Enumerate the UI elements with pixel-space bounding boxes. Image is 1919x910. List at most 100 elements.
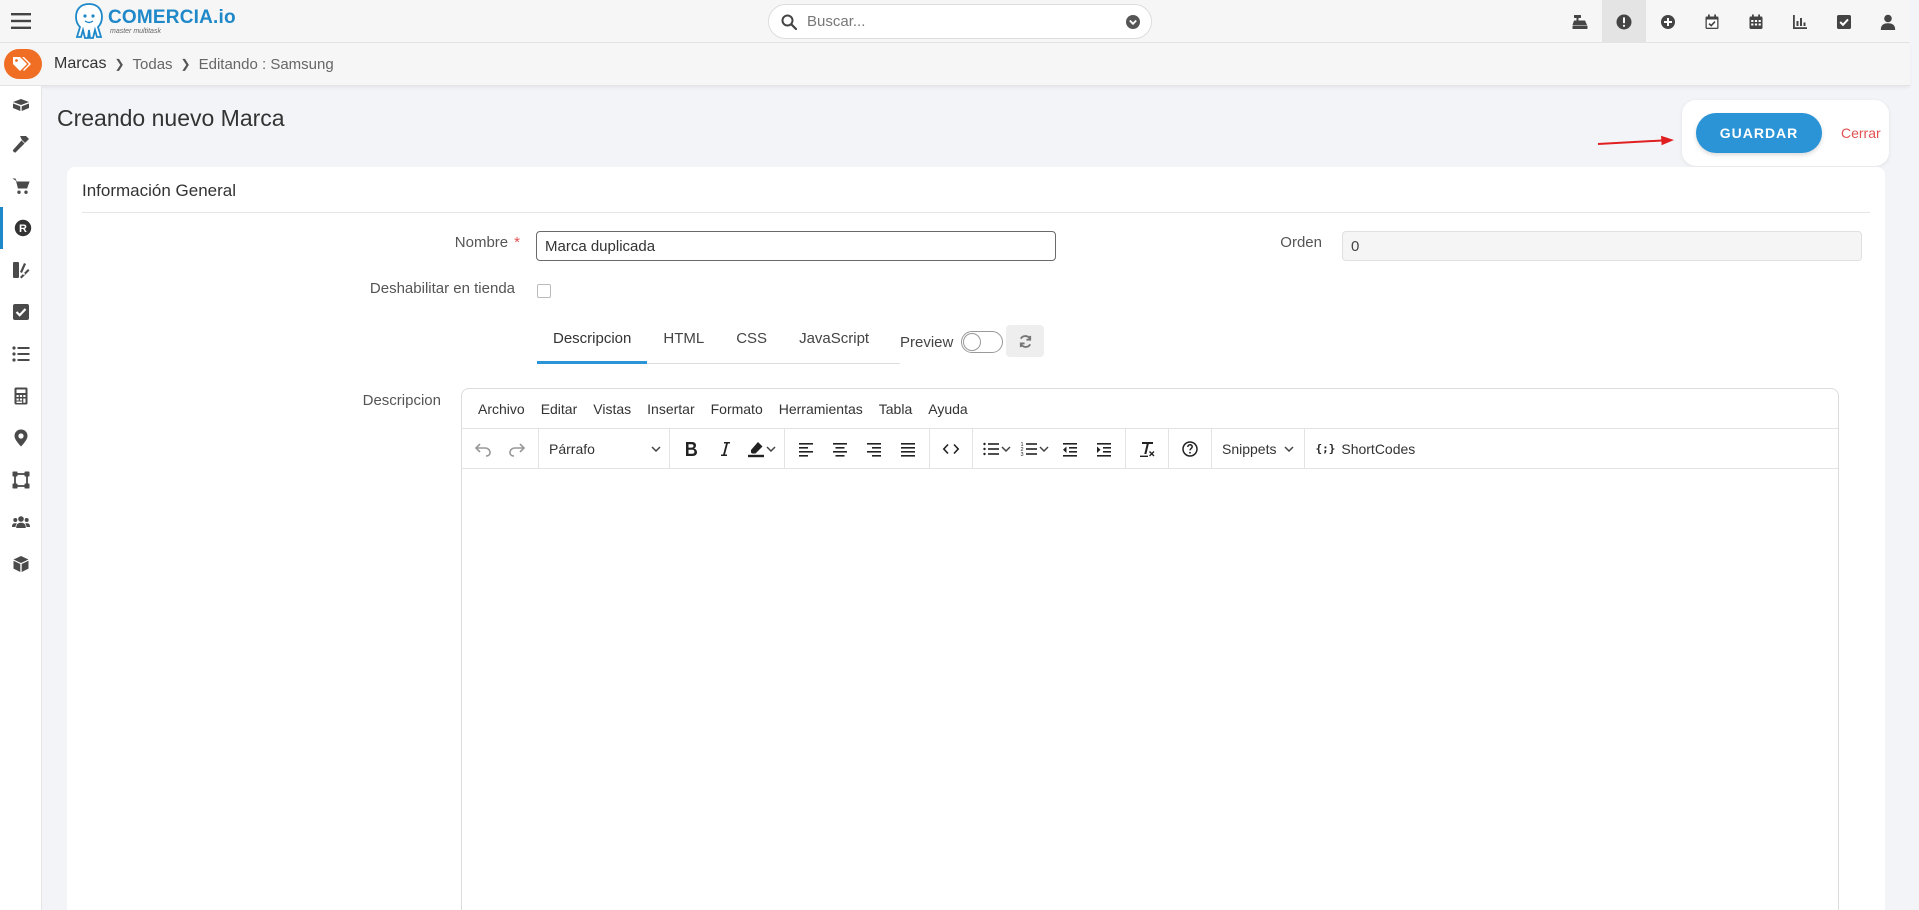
calendar-check-button[interactable] <box>1690 0 1734 43</box>
clear-format-group <box>1126 429 1169 468</box>
svg-text:3: 3 <box>1021 452 1024 458</box>
order-label: Orden <box>1280 234 1322 251</box>
add-new-button[interactable] <box>1646 0 1690 43</box>
list-group: 123 <box>973 429 1126 468</box>
toggle-knob <box>963 333 982 351</box>
italic-button[interactable] <box>708 434 742 464</box>
highlight-color-dropdown[interactable] <box>766 434 776 464</box>
sidebar-item-catalog[interactable] <box>0 249 42 291</box>
editor-toolbar: Párrafo 123 Snippets {;} ShortCodes <box>462 429 1838 469</box>
calendar-button[interactable] <box>1734 0 1778 43</box>
save-button[interactable]: GUARDAR <box>1696 113 1822 153</box>
sidebar-item-boxes[interactable] <box>0 83 42 125</box>
bullet-list-dropdown[interactable] <box>1001 434 1011 464</box>
menu-editar[interactable]: Editar <box>541 401 578 417</box>
menu-tabla[interactable]: Tabla <box>879 401 912 417</box>
preview-toggle[interactable] <box>961 331 1004 353</box>
history-group <box>462 429 539 468</box>
sidebar-item-tools[interactable] <box>0 123 42 165</box>
source-code-button[interactable] <box>934 434 968 464</box>
notifications-button[interactable] <box>1602 0 1646 43</box>
breadcrumb-current: Editando : Samsung <box>198 55 334 73</box>
disable-in-store-checkbox[interactable] <box>537 284 551 298</box>
name-field[interactable] <box>536 231 1056 261</box>
align-left-button[interactable] <box>789 434 823 464</box>
align-justify-button[interactable] <box>891 434 925 464</box>
refresh-icon <box>1019 334 1031 348</box>
sidebar-item-cart[interactable] <box>0 165 42 207</box>
tasks-button[interactable] <box>1822 0 1866 43</box>
shortcodes-button[interactable]: {;} ShortCodes <box>1305 429 1425 468</box>
align-justify-icon <box>901 442 915 457</box>
code-group <box>930 429 973 468</box>
chevron-down-icon <box>1039 445 1049 452</box>
numbered-list-dropdown[interactable] <box>1039 434 1049 464</box>
chevron-down-icon <box>1001 445 1011 452</box>
chevron-down-icon <box>651 445 661 452</box>
calendar-icon <box>1749 14 1763 29</box>
chart-bar-icon <box>1793 14 1807 29</box>
indent-button[interactable] <box>1087 434 1121 464</box>
rich-text-editor: Archivo Editar Vistas Insertar Formato H… <box>461 388 1839 910</box>
sidebar-item-accounting[interactable] <box>0 375 42 417</box>
shopping-cart-icon <box>12 178 30 194</box>
section-badge <box>4 49 42 79</box>
cash-register-button[interactable] <box>1558 0 1602 43</box>
breadcrumb-all[interactable]: Todas <box>133 56 173 73</box>
vector-square-icon <box>12 471 30 489</box>
block-format-value: Párrafo <box>549 440 595 457</box>
user-profile-button[interactable] <box>1866 0 1910 43</box>
sidebar-item-locations[interactable] <box>0 417 42 459</box>
menu-vistas[interactable]: Vistas <box>593 401 631 417</box>
search-icon <box>781 14 797 30</box>
refresh-preview-button[interactable] <box>1006 325 1044 357</box>
sidebar-item-lists[interactable] <box>0 333 42 375</box>
help-button[interactable] <box>1173 434 1207 464</box>
tags-icon <box>13 57 31 71</box>
menu-toggle-button[interactable] <box>0 0 42 43</box>
tab-html[interactable]: HTML <box>647 318 720 364</box>
menu-formato[interactable]: Formato <box>711 401 763 417</box>
menu-herramientas[interactable]: Herramientas <box>779 401 863 417</box>
name-label: Nombre * <box>420 234 520 251</box>
hammer-icon <box>12 136 29 153</box>
app-logo[interactable]: COMERCIA.io master multitask <box>72 2 236 40</box>
code-icon <box>942 443 960 454</box>
undo-button[interactable] <box>466 434 500 464</box>
help-group <box>1169 429 1212 468</box>
search-options-chevron-icon[interactable] <box>1125 14 1141 30</box>
tab-descripcion[interactable]: Descripcion <box>537 318 648 364</box>
cash-register-icon <box>1572 14 1588 29</box>
snippets-dropdown[interactable]: Snippets <box>1212 441 1304 457</box>
sidebar-item-brands[interactable]: R <box>0 207 42 249</box>
search-input[interactable] <box>807 13 1125 30</box>
outdent-icon <box>1063 442 1077 457</box>
sidebar-item-products[interactable] <box>0 543 42 585</box>
menu-archivo[interactable]: Archivo <box>478 401 525 417</box>
sidebar-item-users[interactable] <box>0 501 42 543</box>
reports-button[interactable] <box>1778 0 1822 43</box>
menu-insertar[interactable]: Insertar <box>647 401 694 417</box>
sidebar-item-tasks[interactable] <box>0 291 42 333</box>
close-link[interactable]: Cerrar <box>1841 125 1881 141</box>
align-right-button[interactable] <box>857 434 891 464</box>
sidebar-item-shapes[interactable] <box>0 459 42 501</box>
redo-button[interactable] <box>500 434 534 464</box>
check-square-icon <box>13 304 29 320</box>
breadcrumb-bar: Marcas ❯ Todas ❯ Editando : Samsung <box>0 43 1910 86</box>
logo-name: COMERCIA.io <box>108 6 236 28</box>
menu-ayuda[interactable]: Ayuda <box>928 401 967 417</box>
block-format-select[interactable]: Párrafo <box>539 441 669 457</box>
boxes-icon <box>13 99 29 111</box>
bold-button[interactable] <box>674 434 708 464</box>
editor-content-area[interactable] <box>462 470 1838 910</box>
indent-icon <box>1097 442 1111 457</box>
tab-css[interactable]: CSS <box>720 318 783 364</box>
page-title: Creando nuevo Marca <box>57 105 285 131</box>
outdent-button[interactable] <box>1053 434 1087 464</box>
clear-formatting-button[interactable] <box>1130 434 1164 464</box>
breadcrumb-section[interactable]: Marcas <box>54 55 106 73</box>
tab-javascript[interactable]: JavaScript <box>783 318 885 364</box>
order-field[interactable] <box>1342 231 1862 261</box>
align-center-button[interactable] <box>823 434 857 464</box>
